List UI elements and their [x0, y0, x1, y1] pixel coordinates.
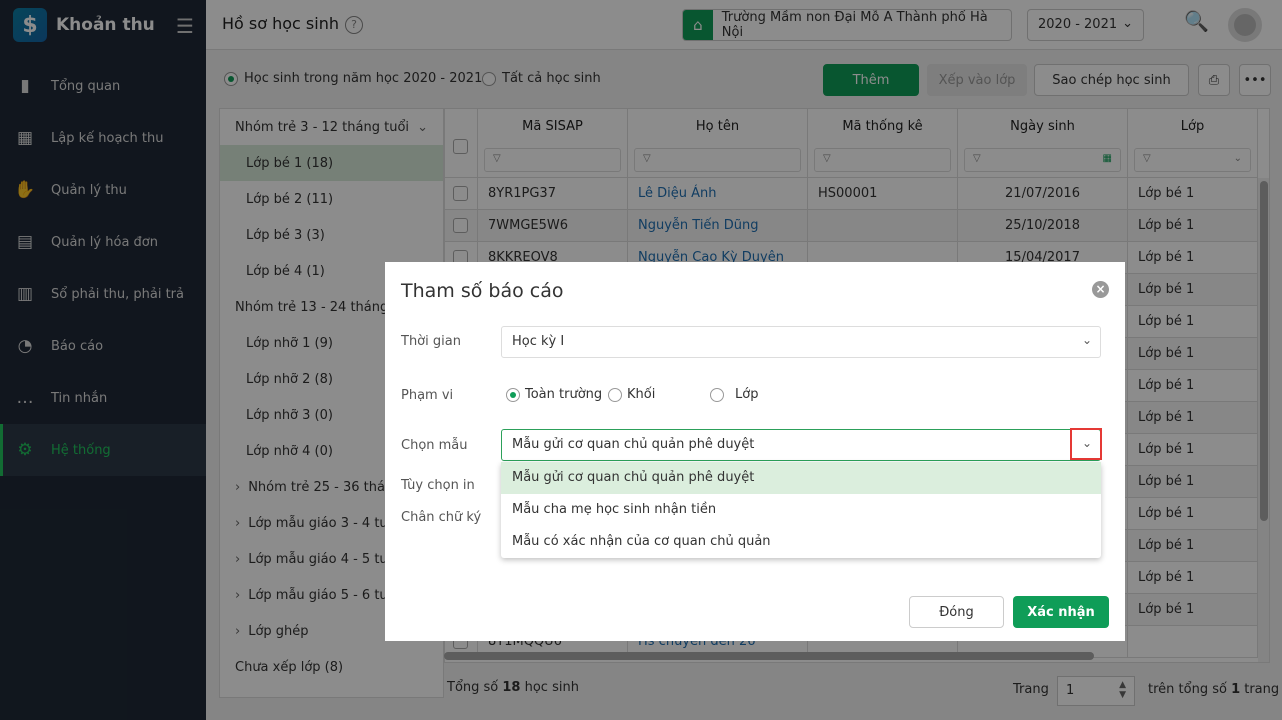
scope-label-grade: Khối — [627, 387, 656, 402]
dialog-title: Tham số báo cáo — [401, 280, 564, 302]
template-dropdown: Mẫu gửi cơ quan chủ quản phê duyệt Mẫu c… — [501, 462, 1101, 558]
radio-selected[interactable] — [506, 387, 520, 402]
dropdown-toggle-highlight[interactable] — [1070, 428, 1102, 460]
template-select[interactable]: Mẫu gửi cơ quan chủ quản phê duyệt ⌄ — [501, 428, 1102, 461]
time-label: Thời gian — [401, 334, 461, 349]
template-value: Mẫu gửi cơ quan chủ quản phê duyệt — [512, 437, 755, 452]
scope-option-grade[interactable]: Khối — [608, 387, 655, 402]
close-button[interactable]: Đóng — [909, 596, 1004, 628]
radio[interactable] — [710, 387, 724, 402]
report-params-dialog: Tham số báo cáo × Thời gian Học kỳ I ⌄ Ph… — [385, 262, 1125, 641]
radio[interactable] — [608, 387, 622, 402]
chevron-down-icon: ⌄ — [1081, 333, 1092, 347]
close-icon[interactable]: × — [1092, 281, 1109, 298]
scope-option-school[interactable]: Toàn trường — [506, 387, 602, 402]
signature-label: Chân chữ ký — [401, 510, 482, 525]
template-label: Chọn mẫu — [401, 438, 468, 453]
time-value: Học kỳ I — [512, 334, 565, 349]
scope-label: Phạm vi — [401, 388, 454, 403]
scope-label-school: Toàn trường — [525, 387, 603, 402]
confirm-button[interactable]: Xác nhận — [1013, 596, 1109, 628]
scope-label-class: Lớp — [735, 387, 759, 402]
scope-option-class[interactable]: Lớp — [710, 387, 758, 402]
time-select[interactable]: Học kỳ I ⌄ — [501, 326, 1101, 358]
print-option-label: Tùy chọn in — [401, 478, 475, 493]
template-option[interactable]: Mẫu có xác nhận của cơ quan chủ quản — [501, 526, 1101, 558]
template-option[interactable]: Mẫu cha mẹ học sinh nhận tiền — [501, 494, 1101, 526]
template-option[interactable]: Mẫu gửi cơ quan chủ quản phê duyệt — [501, 462, 1101, 494]
